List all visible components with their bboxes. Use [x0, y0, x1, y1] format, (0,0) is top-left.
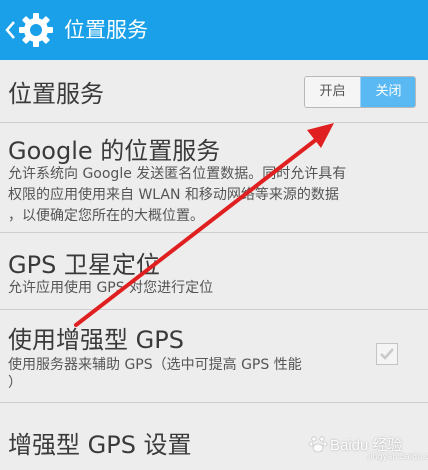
assisted-gps-checkbox[interactable] [376, 343, 398, 365]
page-title: 位置服务 [64, 18, 148, 42]
gps-satellite-desc: 允许应用使用 GPS 对您进行定位 [8, 280, 214, 296]
toggle-on-option[interactable]: 开启 [305, 77, 360, 107]
google-location-desc-2: 权限的应用使用来自 WLAN 和移动网络等来源的数据 [8, 187, 339, 203]
gear-icon [19, 13, 53, 47]
toggle-off-option[interactable]: 关闭 [360, 77, 415, 107]
baidu-watermark: Baidu 经验 jingyan.baidu.com [308, 424, 428, 468]
location-service-label: 位置服务 [8, 80, 104, 108]
checkmark-icon [380, 348, 394, 360]
google-location-title: Google 的位置服务 [8, 137, 221, 165]
assisted-gps-title: 使用增强型 GPS [8, 326, 184, 354]
google-location-row[interactable]: Google 的位置服务 允许系统向 Google 发送匿名位置数据。同时允许具… [0, 123, 428, 231]
gps-satellite-title: GPS 卫星定位 [8, 251, 160, 279]
chevron-left-icon[interactable] [3, 18, 17, 42]
paw-logo-icon [308, 436, 328, 453]
assisted-gps-desc-1: 使用服务器来辅助 GPS（选中可提高 GPS 性能 [8, 357, 302, 373]
enhanced-gps-settings-title: 增强型 GPS 设置 [8, 431, 192, 459]
assisted-gps-desc-2: ） [8, 375, 22, 391]
google-location-desc-1: 允许系统向 Google 发送匿名位置数据。同时允许具有 [8, 166, 347, 182]
google-location-desc-3: ，以便确定您所在的大概位置。 [8, 208, 204, 224]
title-bar: 位置服务 [0, 0, 428, 60]
location-service-toggle[interactable]: 开启 关闭 [304, 76, 416, 108]
assisted-gps-row[interactable]: 使用增强型 GPS 使用服务器来辅助 GPS（选中可提高 GPS 性能 ） [0, 310, 428, 402]
watermark-url: jingyan.baidu.com [368, 452, 428, 461]
gps-satellite-row[interactable]: GPS 卫星定位 允许应用使用 GPS 对您进行定位 [0, 233, 428, 309]
